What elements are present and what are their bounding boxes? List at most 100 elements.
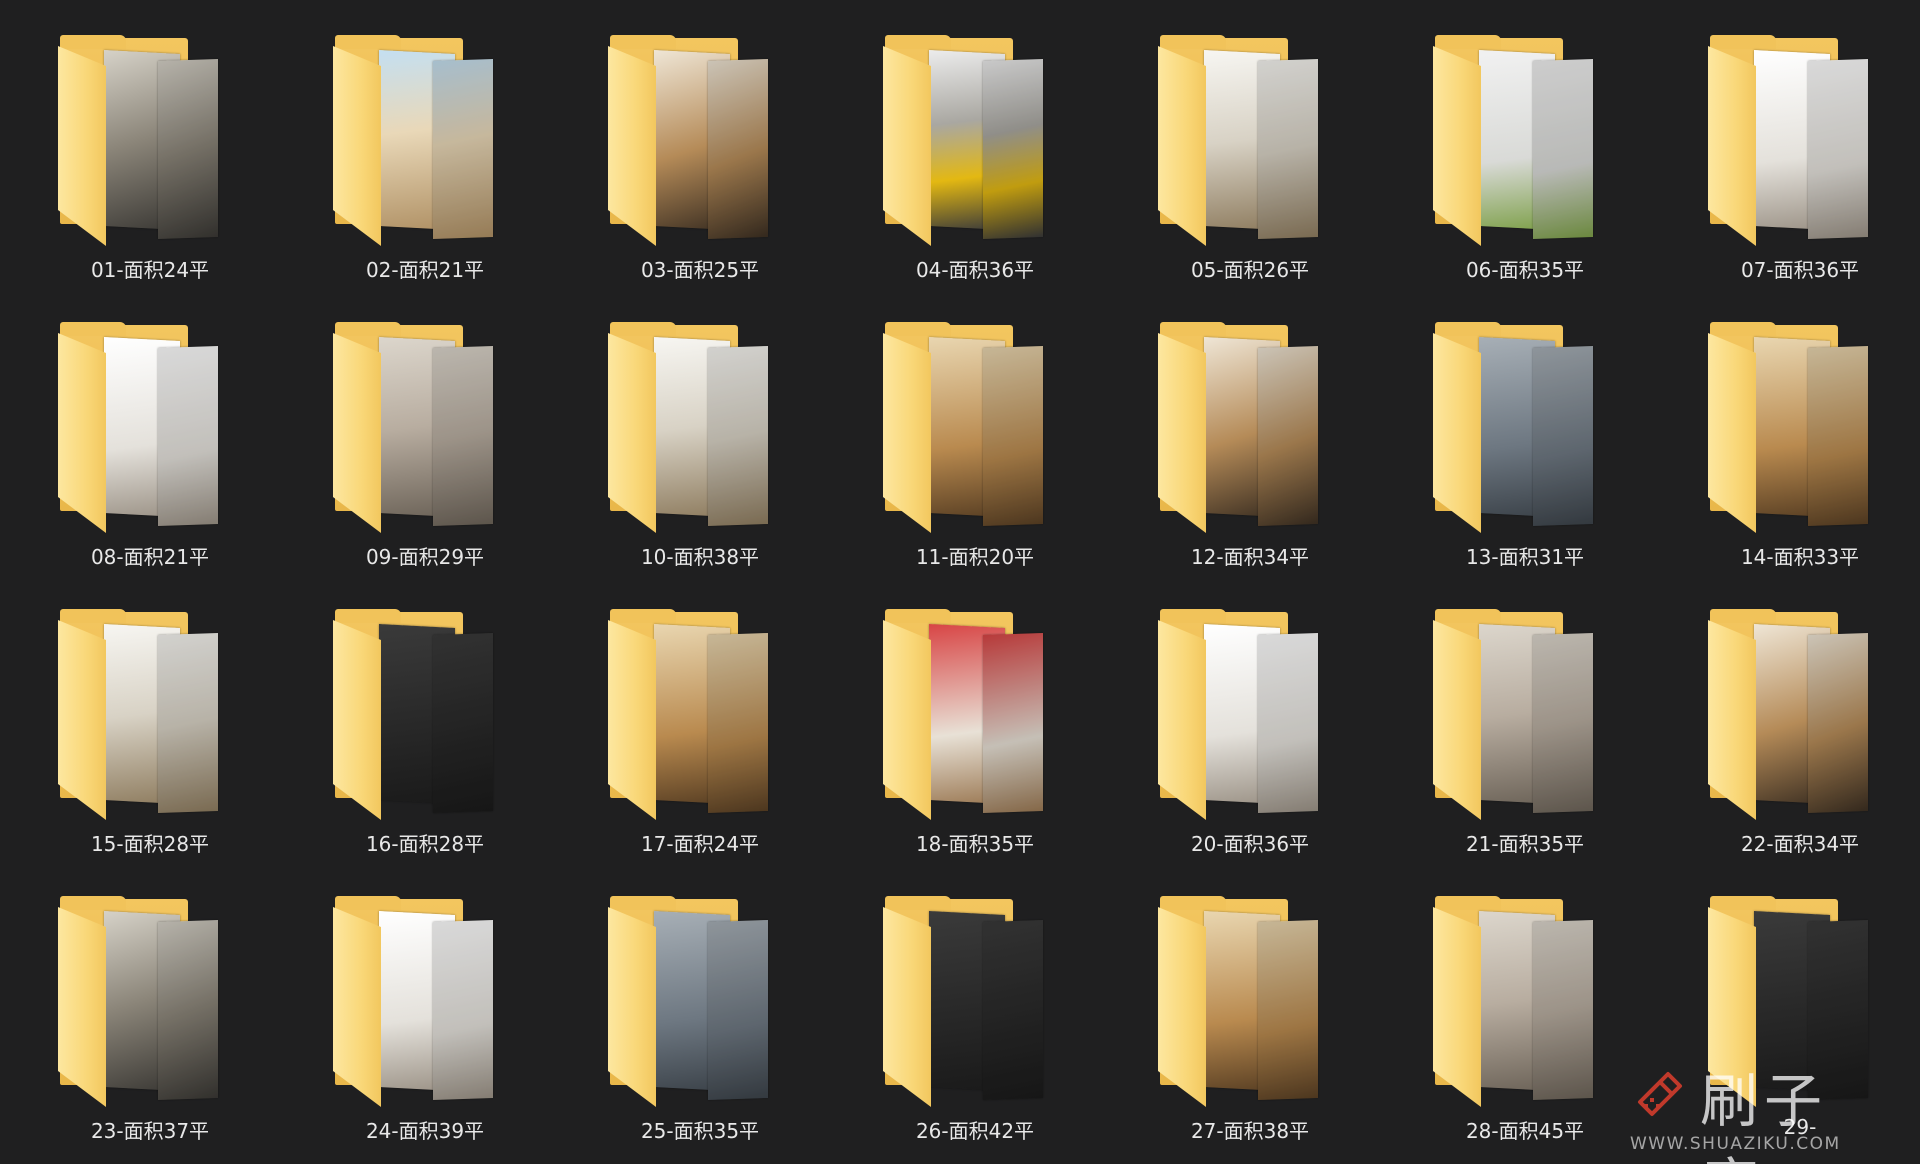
folder-label[interactable]: 11-面积20平 [865,541,1085,570]
folder-item[interactable]: 16-面积28平 [315,606,590,893]
folder-item[interactable]: 05-面积26平 [1140,32,1415,319]
folder-label[interactable]: 26-面积42平 [865,1115,1085,1144]
folder-tab [1160,896,1226,910]
folder-thumbnail [983,919,1043,1101]
folder-icon[interactable] [608,896,768,1109]
folder-label[interactable]: 27-面积38平 [1140,1115,1360,1144]
folder-label[interactable]: 12-面积34平 [1140,541,1360,570]
folder-icon[interactable] [1158,35,1318,248]
folder-label[interactable]: 05-面积26平 [1140,254,1360,283]
folder-thumbnail [1258,58,1318,240]
folder-label[interactable]: 04-面积36平 [865,254,1085,283]
folder-tab [1435,322,1501,336]
folder-icon[interactable] [58,609,218,822]
folder-label[interactable]: 21-面积35平 [1415,828,1635,857]
folder-icon[interactable] [58,896,218,1109]
folder-item[interactable]: 25-面积35平 [590,893,865,1164]
folder-item[interactable]: 11-面积20平 [865,319,1140,606]
folder-label[interactable]: 16-面积28平 [315,828,535,857]
folder-item[interactable]: 13-面积31平 [1415,319,1690,606]
folder-icon[interactable] [883,35,1043,248]
folder-label[interactable]: 08-面积21平 [40,541,260,570]
folder-icon[interactable] [608,609,768,822]
folder-tab [885,35,951,49]
folder-item[interactable]: 15-面积28平 [40,606,315,893]
folder-label[interactable]: 07-面积36平 [1690,254,1910,283]
folder-item[interactable]: 09-面积29平 [315,319,590,606]
folder-item[interactable]: 27-面积38平 [1140,893,1415,1164]
folder-label[interactable]: 10-面积38平 [590,541,810,570]
folder-item[interactable]: 24-面积39平 [315,893,590,1164]
folder-icon[interactable] [608,322,768,535]
folder-icon[interactable] [1708,322,1868,535]
folder-item[interactable]: 04-面积36平 [865,32,1140,319]
folder-label[interactable]: 28-面积45平 [1415,1115,1635,1144]
watermark-url: WWW.SHUAZIKU.COM [1630,1134,1841,1154]
folder-label[interactable]: 01-面积24平 [40,254,260,283]
folder-item[interactable]: 20-面积36平 [1140,606,1415,893]
folder-label[interactable]: 14-面积33平 [1690,541,1910,570]
folder-label[interactable]: 15-面积28平 [40,828,260,857]
folder-icon[interactable] [333,609,493,822]
folder-tab [335,896,401,910]
folder-item[interactable]: 14-面积33平 [1690,319,1920,606]
folder-item[interactable]: 23-面积37平 [40,893,315,1164]
folder-icon[interactable] [1433,609,1593,822]
folder-thumbnail [708,345,768,527]
folder-item[interactable]: 26-面积42平 [865,893,1140,1164]
folder-icon[interactable] [333,35,493,248]
folder-icon[interactable] [1158,896,1318,1109]
folder-item[interactable]: 10-面积38平 [590,319,865,606]
folder-item[interactable]: 02-面积21平 [315,32,590,319]
folder-label[interactable]: 23-面积37平 [40,1115,260,1144]
folder-tab [885,322,951,336]
folder-label[interactable]: 18-面积35平 [865,828,1085,857]
folder-icon[interactable] [883,322,1043,535]
folder-icon[interactable] [1708,609,1868,822]
folder-item[interactable]: 08-面积21平 [40,319,315,606]
folder-item[interactable]: 18-面积35平 [865,606,1140,893]
folder-icon[interactable] [1433,35,1593,248]
folder-item[interactable]: 01-面积24平 [40,32,315,319]
folder-thumbnail [158,919,218,1101]
folder-icon[interactable] [1433,322,1593,535]
folder-item[interactable]: 22-面积34平 [1690,606,1920,893]
folder-icon[interactable] [1158,609,1318,822]
folder-icon[interactable] [883,896,1043,1109]
folder-icon[interactable] [883,609,1043,822]
folder-icon[interactable] [58,322,218,535]
brush-logo-icon [1638,1072,1682,1116]
folder-label[interactable]: 25-面积35平 [590,1115,810,1144]
folder-item[interactable]: 12-面积34平 [1140,319,1415,606]
folder-label[interactable]: 17-面积24平 [590,828,810,857]
folder-tab [60,35,126,49]
folder-item[interactable]: 03-面积25平 [590,32,865,319]
folder-label[interactable]: 03-面积25平 [590,254,810,283]
folder-item[interactable]: 21-面积35平 [1415,606,1690,893]
folder-label[interactable]: 09-面积29平 [315,541,535,570]
folder-label[interactable]: 13-面积31平 [1415,541,1635,570]
folder-icon[interactable] [1708,35,1868,248]
folder-item[interactable]: 06-面积35平 [1415,32,1690,319]
folder-tab [60,609,126,623]
folder-item[interactable]: 07-面积36平 [1690,32,1920,319]
folder-thumbnail [158,58,218,240]
folder-tab [610,322,676,336]
folder-icon[interactable] [58,35,218,248]
folder-item[interactable]: 17-面积24平 [590,606,865,893]
folder-label[interactable]: 20-面积36平 [1140,828,1360,857]
folder-tab [1710,896,1776,910]
folder-tab [610,896,676,910]
folder-icon[interactable] [1158,322,1318,535]
folder-label[interactable]: 22-面积34平 [1690,828,1910,857]
folder-thumbnail [1533,632,1593,814]
folder-label[interactable]: 06-面积35平 [1415,254,1635,283]
folder-label[interactable]: 02-面积21平 [315,254,535,283]
folder-label[interactable]: 24-面积39平 [315,1115,535,1144]
folder-icon[interactable] [333,322,493,535]
folder-icon[interactable] [333,896,493,1109]
folder-thumbnail [708,58,768,240]
folder-thumbnail [433,58,493,240]
folder-icon[interactable] [1433,896,1593,1109]
folder-icon[interactable] [608,35,768,248]
